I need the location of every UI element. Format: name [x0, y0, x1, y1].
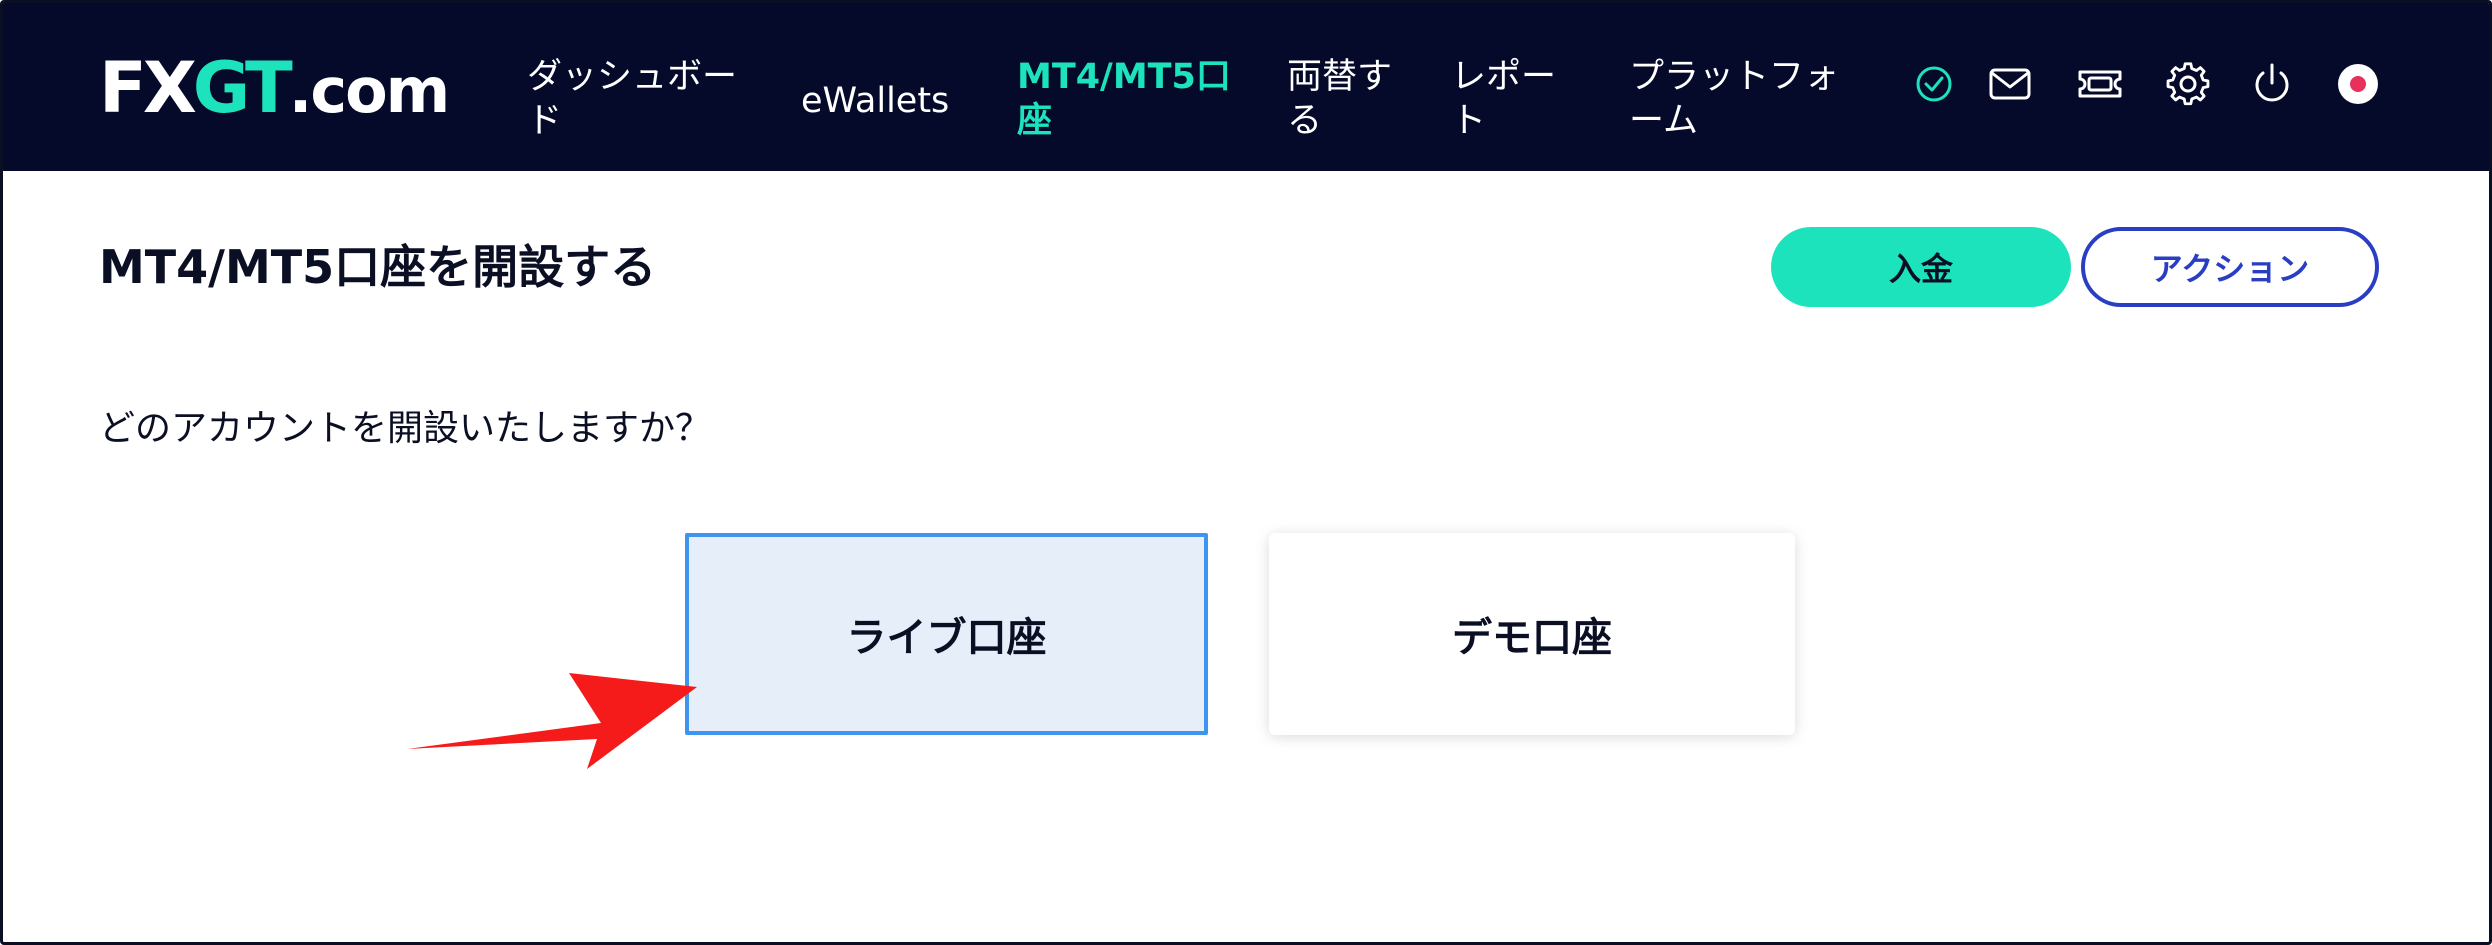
power-icon[interactable]	[2249, 61, 2295, 107]
gear-icon[interactable]	[2165, 61, 2211, 107]
nav-reports[interactable]: レポー ト	[1451, 55, 1556, 143]
page-title: MT4/MT5口座を開設する	[99, 240, 657, 294]
top-navigation-bar: FX GT .com ダッシュボー ド eWallets MT4/MT5口 座 …	[3, 3, 2489, 171]
verified-check-icon[interactable]	[1911, 61, 1957, 107]
nav-ewallets[interactable]: eWallets	[801, 79, 949, 123]
live-account-label: ライブ口座	[846, 615, 1047, 661]
nav-dashboard[interactable]: ダッシュボー ド	[527, 55, 737, 143]
nav-mt4-mt5-accounts[interactable]: MT4/MT5口 座	[1017, 55, 1231, 143]
account-type-question: どのアカウントを開設いたしますか？	[99, 408, 712, 449]
action-button[interactable]: アクション	[2081, 227, 2379, 307]
nav-exchange[interactable]: 両替す る	[1287, 55, 1392, 143]
logo-text-gt: GT	[192, 47, 293, 129]
live-account-card[interactable]: ライブ口座	[685, 533, 1208, 735]
deposit-button[interactable]: 入金	[1771, 227, 2071, 307]
app-frame: FX GT .com ダッシュボー ド eWallets MT4/MT5口 座 …	[0, 0, 2492, 945]
nav-platforms[interactable]: プラットフォ ーム	[1629, 55, 1839, 143]
demo-account-card[interactable]: デモ口座	[1269, 533, 1795, 735]
ticket-icon[interactable]	[2077, 61, 2123, 107]
japan-flag-icon[interactable]	[2335, 61, 2381, 107]
annotation-arrow-icon	[407, 673, 697, 769]
logo-text-fx: FX	[99, 47, 197, 129]
mail-icon[interactable]	[1987, 61, 2033, 107]
demo-account-label: デモ口座	[1452, 615, 1612, 661]
fxgt-logo[interactable]: FX GT .com	[99, 47, 451, 129]
logo-text-com: .com	[288, 54, 451, 127]
